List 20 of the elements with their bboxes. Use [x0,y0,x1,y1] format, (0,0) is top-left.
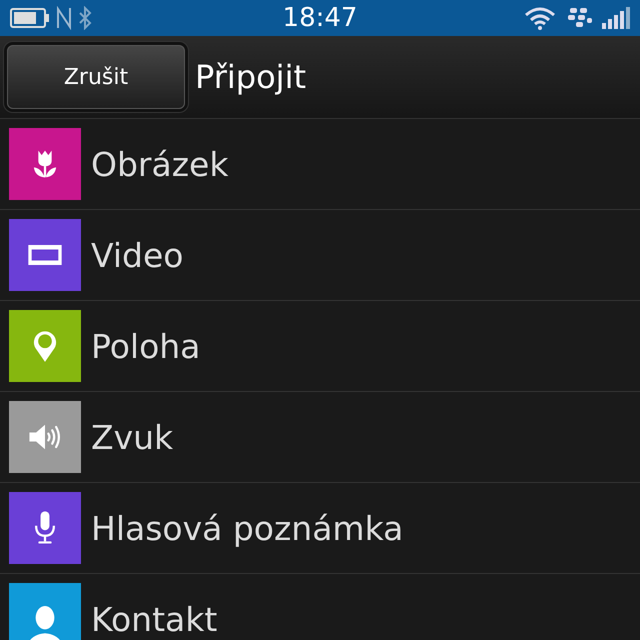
attachment-list-item[interactable]: Zvuk [0,392,640,483]
wifi-icon [524,6,556,30]
item-label: Hlasová poznámka [91,508,404,548]
bluetooth-icon [78,6,92,30]
battery-icon [10,7,50,29]
item-label: Video [91,236,184,274]
nfc-icon [56,6,72,30]
attachment-list-item[interactable]: Hlasová poznámka [0,483,640,574]
clock-time: 18:47 [282,3,358,33]
item-label: Kontakt [91,600,218,638]
signal-icon [602,6,630,30]
item-label: Zvuk [91,418,174,456]
blackberry-logo-icon [566,7,592,29]
attachment-list-item[interactable]: Kontakt [0,574,640,640]
attachment-list-item[interactable]: Poloha [0,301,640,392]
screen-title: Připojit [195,58,306,96]
attachment-list-item[interactable]: Obrázek [0,119,640,210]
item-label: Poloha [91,326,200,366]
item-label: Obrázek [91,144,228,184]
attachment-list-item[interactable]: Video [0,210,640,301]
